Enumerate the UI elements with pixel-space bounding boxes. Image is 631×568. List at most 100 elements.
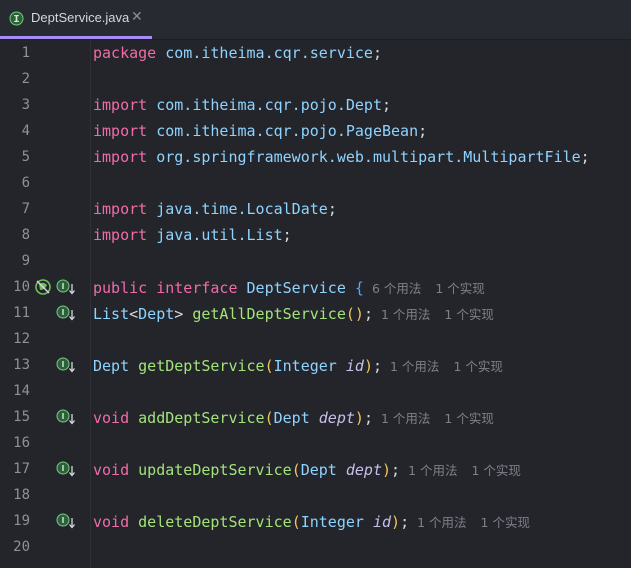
semicolon: ; <box>400 513 410 531</box>
code-line-18: 18 <box>0 482 631 508</box>
spring-no-bean-icon[interactable] <box>34 278 52 296</box>
param-name: id <box>372 513 392 531</box>
implementations-hint[interactable]: 1 个实现 <box>453 359 502 374</box>
code-line-13: 13 Dept getDeptService(Integer id); 1 个用法… <box>0 352 631 378</box>
paren-close: ) <box>354 409 364 427</box>
usages-hint[interactable]: 6 个用法 <box>372 281 421 296</box>
keyword: interface <box>156 279 238 297</box>
close-icon[interactable]: ✕ <box>131 9 143 25</box>
paren-close: ) <box>391 513 401 531</box>
usages-hint[interactable]: 1 个用法 <box>381 307 430 322</box>
implementations-hint[interactable]: 1 个实现 <box>481 515 530 530</box>
line-number: 13 <box>13 357 30 373</box>
line-number: 2 <box>21 71 30 87</box>
code-line-15: 15 void addDeptService(Dept dept); 1 个用法 1… <box>0 404 631 430</box>
semicolon: ; <box>382 96 392 114</box>
semicolon: ; <box>372 44 382 62</box>
param-type: Integer <box>273 357 337 375</box>
line-number: 8 <box>21 227 30 243</box>
code-line-19: 19 void deleteDeptService(Integer id); 1 … <box>0 508 631 534</box>
line-number: 1 <box>21 45 30 61</box>
code-line-5: 5 import org.springframework.web.multipa… <box>0 144 631 170</box>
code-line-7: 7 import java.time.LocalDate; <box>0 196 631 222</box>
import-path: java.time.LocalDate <box>156 200 328 218</box>
usages-hint[interactable]: 1 个用法 <box>417 515 466 530</box>
semicolon: ; <box>391 461 401 479</box>
code-line-16: 16 <box>0 430 631 456</box>
implementations-hint[interactable]: 1 个实现 <box>444 411 493 426</box>
code-line-14: 14 <box>0 378 631 404</box>
code-line-11: 11 List<Dept> getAllDeptService(); 1 个用法 1… <box>0 300 631 326</box>
code-line-8: 8 import java.util.List; <box>0 222 631 248</box>
paren-open: ( <box>264 409 274 427</box>
implemented-down-arrow-icon[interactable] <box>56 278 76 296</box>
keyword: import <box>93 96 148 114</box>
angle-close: > <box>174 305 184 323</box>
code-line-3: 3 import com.itheima.cqr.pojo.Dept; <box>0 92 631 118</box>
semicolon: ; <box>372 357 382 375</box>
return-type: void <box>93 513 130 531</box>
line-number: 14 <box>13 383 30 399</box>
code-editor[interactable]: 1 package com.itheima.cqr.service; 2 3 i… <box>0 40 631 568</box>
parens: () <box>345 305 364 323</box>
line-number: 17 <box>13 461 30 477</box>
keyword: import <box>93 200 148 218</box>
param-type: Integer <box>300 513 364 531</box>
semicolon: ; <box>282 226 292 244</box>
line-number: 7 <box>21 201 30 217</box>
implemented-down-arrow-icon[interactable] <box>56 512 76 530</box>
line-number: 20 <box>13 539 30 555</box>
line-number: 18 <box>13 487 30 503</box>
implementations-hint[interactable]: 1 个实现 <box>444 307 493 322</box>
param-name: dept <box>345 461 382 479</box>
usages-hint[interactable]: 1 个用法 <box>381 411 430 426</box>
package-name: com.itheima.cqr.service <box>165 44 373 62</box>
return-type: void <box>93 461 130 479</box>
paren-open: ( <box>291 461 301 479</box>
method-name: updateDeptService <box>138 461 292 479</box>
active-tab-indicator <box>0 36 152 39</box>
paren-open: ( <box>264 357 274 375</box>
keyword: import <box>93 148 148 166</box>
tab-deptservice[interactable]: DeptService.java ✕ <box>0 0 152 39</box>
usages-hint[interactable]: 1 个用法 <box>390 359 439 374</box>
param-type: Dept <box>300 461 337 479</box>
keyword: import <box>93 122 148 140</box>
editor-tab-bar: DeptService.java ✕ <box>0 0 631 40</box>
line-number: 9 <box>21 253 30 269</box>
keyword: public <box>93 279 148 297</box>
line-number: 10 <box>13 279 30 295</box>
semicolon: ; <box>363 409 373 427</box>
keyword: package <box>93 44 157 62</box>
implementations-hint[interactable]: 1 个实现 <box>472 463 521 478</box>
method-name: getAllDeptService <box>192 305 346 323</box>
implemented-down-arrow-icon[interactable] <box>56 460 76 478</box>
param-name: dept <box>318 409 355 427</box>
usages-hint[interactable]: 1 个用法 <box>408 463 457 478</box>
semicolon: ; <box>580 148 590 166</box>
implemented-down-arrow-icon[interactable] <box>56 408 76 426</box>
line-number: 15 <box>13 409 30 425</box>
method-name: addDeptService <box>138 409 265 427</box>
interface-file-icon <box>9 11 24 26</box>
return-type: Dept <box>93 357 130 375</box>
implemented-down-arrow-icon[interactable] <box>56 304 76 322</box>
line-number: 16 <box>13 435 30 451</box>
method-name: deleteDeptService <box>138 513 292 531</box>
code-line-2: 2 <box>0 66 631 92</box>
semicolon: ; <box>363 305 373 323</box>
code-line-4: 4 import com.itheima.cqr.pojo.PageBean; <box>0 118 631 144</box>
code-line-17: 17 void updateDeptService(Dept dept); 1 个… <box>0 456 631 482</box>
code-line-20: 20 <box>0 534 631 560</box>
paren-close: ) <box>363 357 373 375</box>
angle-open: < <box>129 305 139 323</box>
implemented-down-arrow-icon[interactable] <box>56 356 76 374</box>
line-number: 11 <box>13 305 30 321</box>
tab-label: DeptService.java <box>31 10 130 25</box>
line-number: 19 <box>13 513 30 529</box>
paren-close: ) <box>382 461 392 479</box>
implementations-hint[interactable]: 1 个实现 <box>435 281 484 296</box>
code-line-9: 9 <box>0 248 631 274</box>
generic-type: Dept <box>138 305 175 323</box>
keyword: import <box>93 226 148 244</box>
